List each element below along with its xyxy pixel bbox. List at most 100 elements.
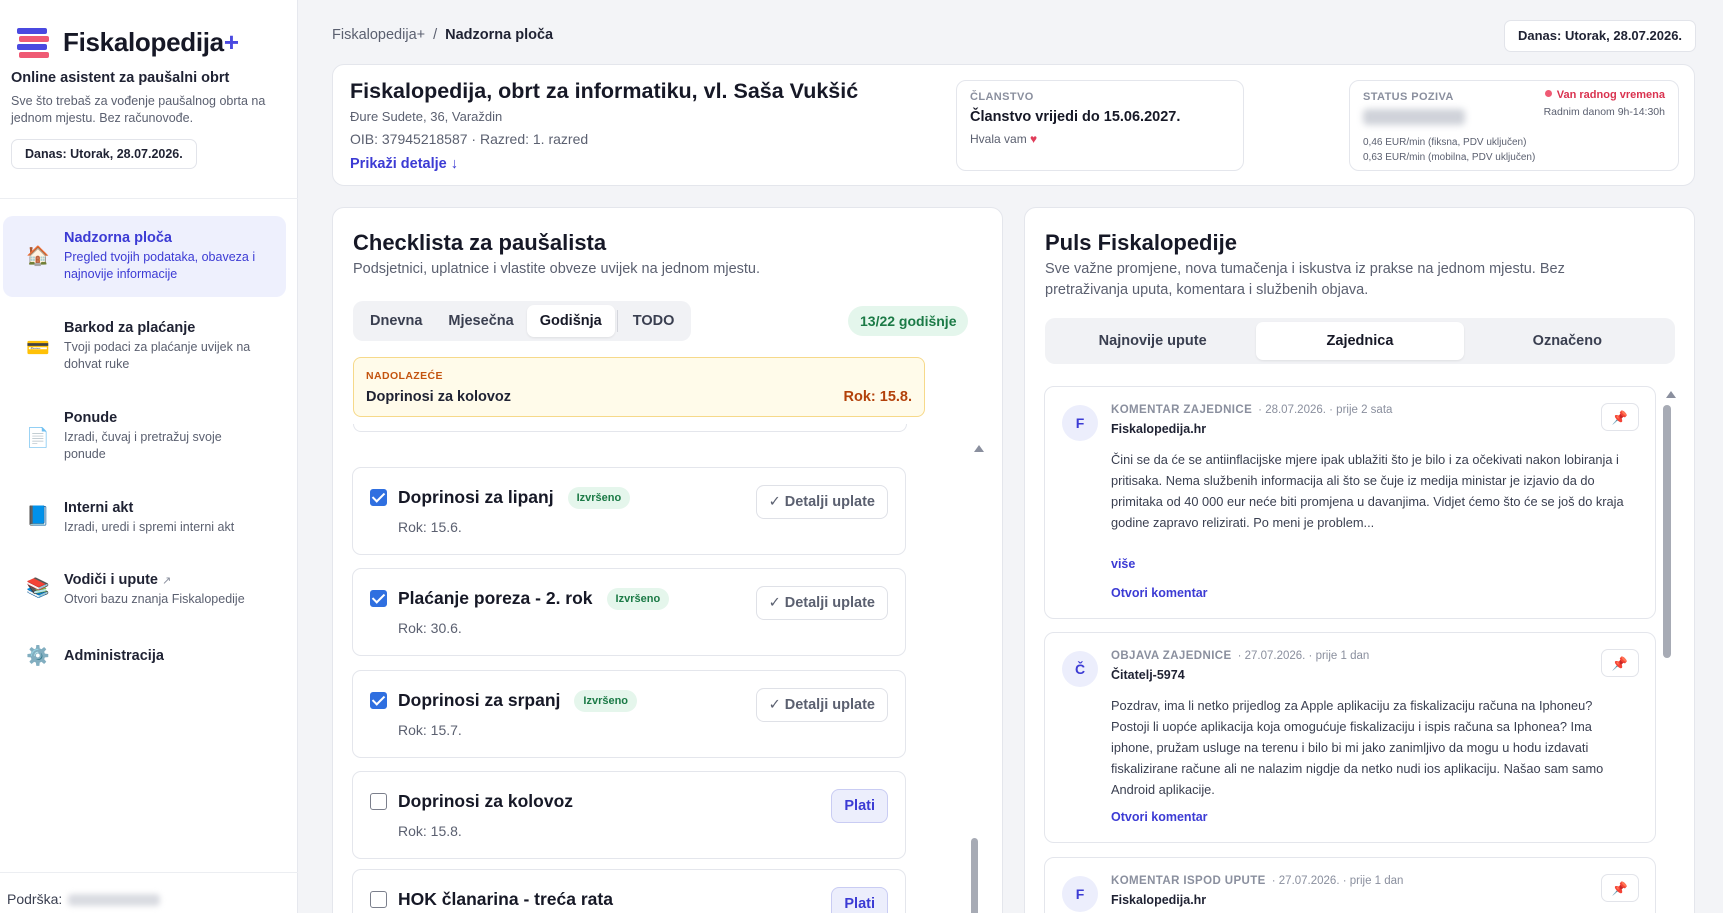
pin-icon[interactable]: 📌 xyxy=(1601,403,1639,431)
gear-icon: ⚙️ xyxy=(26,646,50,667)
list-item-partial xyxy=(353,424,907,432)
call-status-hours: Radnim danom 9h-14:30h xyxy=(1543,106,1665,118)
company-oib: OIB: 37945218587 · Razred: 1. razred xyxy=(350,131,589,147)
sidebar-item-label: Administracija xyxy=(64,648,164,664)
external-link-icon: ↗ xyxy=(162,575,172,587)
post-meta: · 28.07.2026. · prije 2 sata xyxy=(1258,404,1393,416)
breadcrumb: Fiskalopedija+ / Nadzorna ploča xyxy=(332,27,553,43)
membership-label: ČLANSTVO xyxy=(970,91,1034,103)
pay-button[interactable]: Plati xyxy=(831,887,888,913)
heart-icon: ♥ xyxy=(1030,132,1038,146)
tab-yearly[interactable]: Godišnja xyxy=(526,305,615,337)
list-item: Plaćanje poreza - 2. rok Izvršeno Rok: 30… xyxy=(352,568,906,656)
post-body: Čini se da će se antiinflacijske mjere i… xyxy=(1111,452,1624,530)
payment-details-button[interactable]: ✓ Detalji uplate xyxy=(755,485,888,519)
rate-mobile: 0,63 EUR/min (mobilna, PDV uključen) xyxy=(1363,152,1536,163)
membership-value: Članstvo vrijedi do 15.06.2027. xyxy=(970,109,1181,125)
avatar: Č xyxy=(1062,651,1098,687)
tab-monthly[interactable]: Mjesečna xyxy=(435,305,526,337)
checkbox[interactable] xyxy=(370,692,387,709)
phone-number-redacted xyxy=(1363,109,1465,125)
pin-icon[interactable]: 📌 xyxy=(1601,649,1639,677)
pulse-scrollbar[interactable] xyxy=(1663,405,1671,658)
company-address: Đure Sudete, 36, Varaždin xyxy=(350,109,503,124)
book-icon: 📘 xyxy=(26,506,50,527)
item-title: HOK članarina - treća rata xyxy=(398,889,613,909)
feed-post: F KOMENTAR ISPOD UPUTE · 27.07.2026. · pr… xyxy=(1044,857,1656,913)
tab-daily[interactable]: Dnevna xyxy=(357,305,435,337)
membership-card: ČLANSTVO Članstvo vrijedi do 15.06.2027.… xyxy=(956,80,1244,171)
pin-icon[interactable]: 📌 xyxy=(1601,874,1639,902)
house-icon: 🏠 xyxy=(26,246,50,267)
sidebar-item-label: Interni akt xyxy=(64,500,134,516)
post-kind: KOMENTAR ZAJEDNICE · 28.07.2026. · prije … xyxy=(1111,404,1393,416)
item-due: Rok: 15.8. xyxy=(398,823,462,839)
checkbox[interactable] xyxy=(370,891,387,908)
sidebar-item-guides[interactable]: 📚 Vodiči i upute ↗ Otvori bazu znanja Fi… xyxy=(3,558,286,624)
sidebar-item-administration[interactable]: ⚙️ Administracija xyxy=(3,634,286,678)
sidebar-item-description: Izradi, uredi i spremi interni akt xyxy=(64,520,235,534)
post-body: Pozdrav, ima li netko prijedlog za Apple… xyxy=(1111,698,1604,797)
payment-details-button[interactable]: ✓ Detalji uplate xyxy=(755,688,888,722)
list-item: HOK članarina - treća rata Plati xyxy=(352,869,906,913)
breadcrumb-separator: / xyxy=(433,27,438,43)
item-title: Doprinosi za srpanj Izvršeno xyxy=(398,690,638,712)
open-comment-link[interactable]: Otvori komentar xyxy=(1111,810,1208,824)
tab-bookmarked[interactable]: Označeno xyxy=(1464,322,1671,360)
breadcrumb-root[interactable]: Fiskalopedija+ xyxy=(332,27,425,43)
tab-divider xyxy=(616,310,618,332)
open-comment-link[interactable]: Otvori komentar xyxy=(1111,586,1208,600)
sidebar-item-label: Nadzorna ploča xyxy=(64,230,172,246)
pulse-title: Puls Fiskalopedije xyxy=(1045,230,1237,255)
checkbox[interactable] xyxy=(370,489,387,506)
sidebar-item-dashboard[interactable]: 🏠 Nadzorna ploča Pregled tvojih podataka… xyxy=(3,216,286,297)
list-item: Doprinosi za kolovoz Rok: 15.8. Plati xyxy=(352,771,906,859)
post-author: Fiskalopedija.hr xyxy=(1111,422,1207,436)
tab-community[interactable]: Zajednica xyxy=(1256,322,1464,360)
checklist-scrollbar[interactable] xyxy=(971,838,978,913)
brand-name: Fiskalopedija+ xyxy=(63,26,239,57)
post-kind: OBJAVA ZAJEDNICE · 27.07.2026. · prije 1 … xyxy=(1111,650,1370,662)
checklist-tabs: Dnevna Mjesečna Godišnja TODO xyxy=(353,301,692,341)
upcoming-banner[interactable]: NADOLAZEĆE Doprinosi za kolovoz Rok: 15.… xyxy=(353,357,925,417)
feed-post: F KOMENTAR ZAJEDNICE · 28.07.2026. · prij… xyxy=(1044,386,1656,619)
sidebar-item-offers[interactable]: 📄 Ponude Izradi, čuvaj i pretražuj svoje… xyxy=(3,396,286,477)
sidebar-item-description: Pregled tvojih podataka, obaveza i najno… xyxy=(64,250,256,281)
upcoming-label: NADOLAZEĆE xyxy=(366,370,443,382)
read-more-link[interactable]: više xyxy=(1111,557,1135,571)
show-details-link[interactable]: Prikaži detalje ↓ xyxy=(350,156,458,172)
pulse-feed[interactable]: F KOMENTAR ZAJEDNICE · 28.07.2026. · prij… xyxy=(1044,386,1664,913)
checkbox[interactable] xyxy=(370,590,387,607)
status-badge: Izvršeno xyxy=(606,588,670,610)
support-label: Podrška: xyxy=(7,891,63,907)
tagline: Online asistent za paušalni obrt xyxy=(11,70,230,86)
pulse-subtitle: Sve važne promjene, nova tumačenja i isk… xyxy=(1045,261,1565,298)
tab-latest-guides[interactable]: Najnovije upute xyxy=(1049,322,1256,360)
books-logo-icon xyxy=(15,24,51,60)
sidebar-item-label: Barkod za plaćanje xyxy=(64,320,196,336)
pay-button[interactable]: Plati xyxy=(831,789,888,823)
avatar: F xyxy=(1062,405,1098,441)
upcoming-item: Doprinosi za kolovoz xyxy=(366,389,512,405)
sidebar-item-internal-act[interactable]: 📘 Interni akt Izradi, uredi i spremi int… xyxy=(3,486,286,552)
company-card: Fiskalopedija, obrt za informatiku, vl. … xyxy=(332,64,1695,186)
company-name: Fiskalopedija, obrt za informatiku, vl. … xyxy=(350,79,859,103)
post-author: Čitatelj-5974 xyxy=(1111,668,1185,682)
item-title: Doprinosi za kolovoz xyxy=(398,791,574,811)
credit-card-icon: 💳 xyxy=(26,338,50,359)
sidebar-item-barcode[interactable]: 💳 Barkod za plaćanje Tvoji podaci za pla… xyxy=(3,306,286,387)
brand[interactable]: Fiskalopedija+ xyxy=(15,24,239,60)
sidebar-item-description: Izradi, čuvaj i pretražuj svoje ponude xyxy=(64,430,222,461)
post-meta: · 27.07.2026. · prije 1 dan xyxy=(1271,875,1404,887)
support-phone-redacted xyxy=(68,894,161,907)
checkbox[interactable] xyxy=(370,793,387,810)
call-status-state: Van radnog vremena xyxy=(1544,89,1665,101)
item-due: Rok: 30.6. xyxy=(398,620,462,636)
header-date: Danas: Utorak, 28.07.2026. xyxy=(1504,20,1697,52)
payment-details-button[interactable]: ✓ Detalji uplate xyxy=(755,586,888,620)
rate-fixed: 0,46 EUR/min (fiksna, PDV uključen) xyxy=(1363,137,1527,148)
scroll-up-arrow-icon[interactable] xyxy=(974,445,984,452)
tab-todo[interactable]: TODO xyxy=(620,305,688,337)
scroll-up-arrow-icon[interactable] xyxy=(1666,391,1676,398)
books-icon: 📚 xyxy=(26,578,50,599)
